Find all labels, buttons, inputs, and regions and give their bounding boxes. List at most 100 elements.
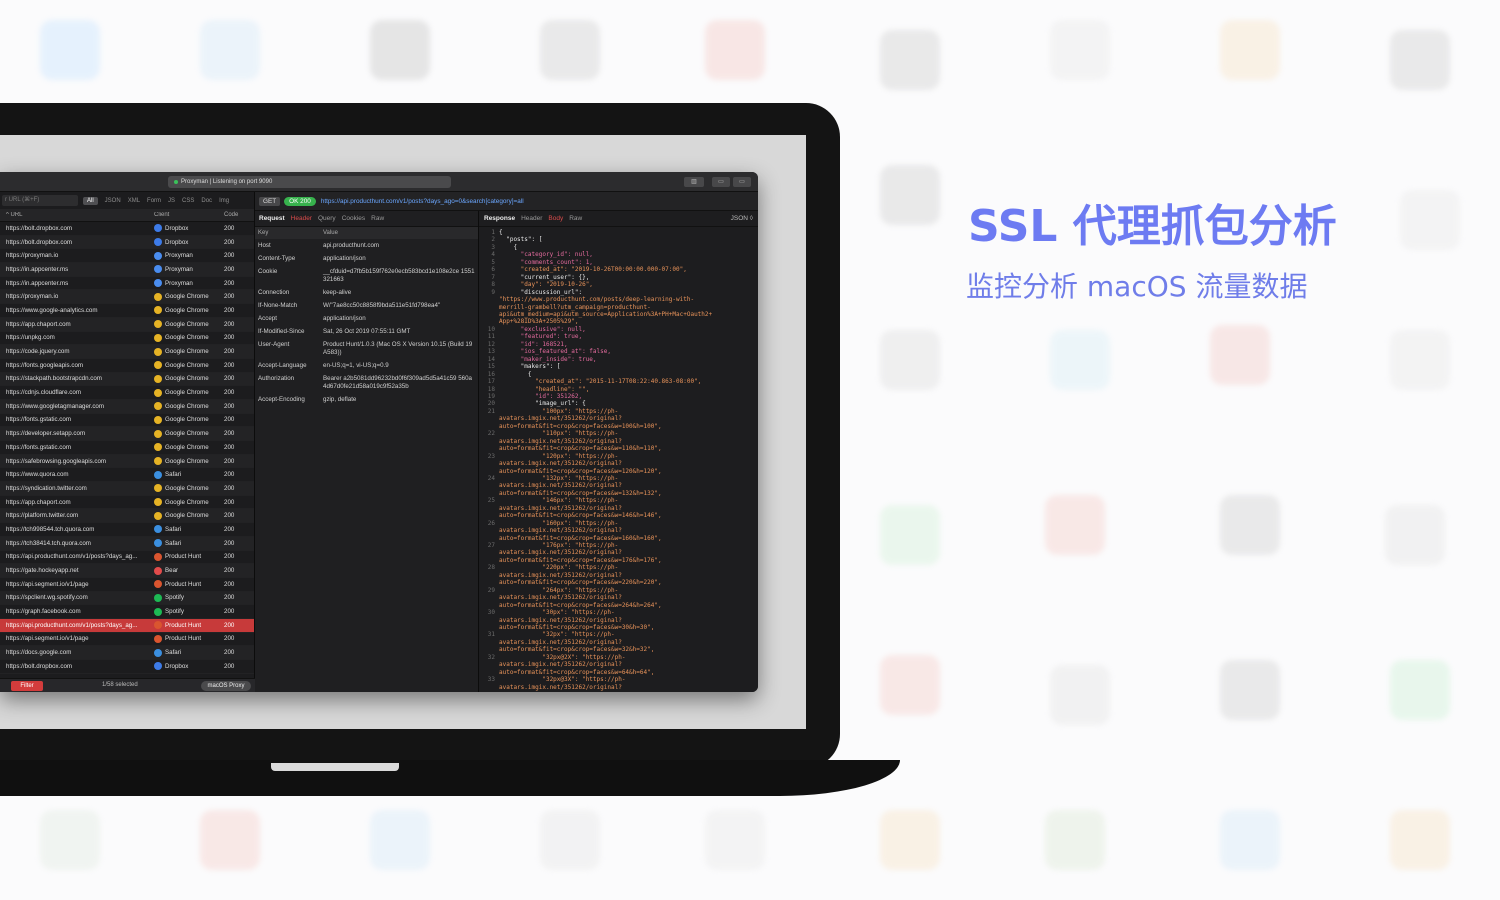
row-url: https://code.jquery.com xyxy=(6,348,70,356)
filter-tab-css[interactable]: CSS xyxy=(182,198,194,204)
table-row[interactable]: https://graph.facebook.com Spotify 200 xyxy=(0,605,254,619)
code-line: 5 "comments_count": 1, xyxy=(479,259,758,266)
header-row[interactable]: Accept-Encoding gzip, deflate xyxy=(255,393,478,406)
line-text: avatars.imgix.net/351262/original? xyxy=(499,594,622,602)
table-row[interactable]: https://proxyman.io Proxyman 200 xyxy=(0,249,254,264)
filter-tab-form[interactable]: Form xyxy=(147,198,161,204)
table-row[interactable]: https://platform.twitter.com Google Chrom… xyxy=(0,509,254,524)
table-row[interactable]: https://bolt.dropbox.com Dropbox 200 xyxy=(0,222,254,236)
table-row[interactable]: https://www.googletagmanager.com Google C… xyxy=(0,399,254,414)
code-line: auto=format&fit=crop&crop=faces&w=220&h=… xyxy=(479,579,758,586)
request-url[interactable]: https://api.producthunt.com/v1/posts?day… xyxy=(321,198,524,205)
table-row[interactable]: https://spclient.wg.spotify.com Spotify 20… xyxy=(0,591,254,606)
line-text: auto=format&fit=crop&crop=faces&w=160&h=… xyxy=(499,534,662,542)
client-app-icon xyxy=(154,333,162,342)
search-input[interactable]: r URL (⌘+F) xyxy=(2,195,78,206)
table-row[interactable]: https://code.jquery.com Google Chrome 200 xyxy=(0,345,254,359)
table-row[interactable]: https://in.appcenter.ms Proxyman 200 xyxy=(0,277,254,291)
filter-tab-doc[interactable]: Doc xyxy=(201,198,212,204)
tab-request-raw[interactable]: Raw xyxy=(371,215,384,222)
row-status-code: 200 xyxy=(224,512,235,520)
line-text: avatars.imgix.net/351262/original? xyxy=(499,549,622,557)
table-row[interactable]: https://api.segment.io/v1/page Product Hu… xyxy=(0,578,254,592)
table-row[interactable]: https://in.appcenter.ms Proxyman 200 xyxy=(0,263,254,277)
row-client-name: Dropbox xyxy=(165,238,189,246)
table-row[interactable]: https://cdnjs.cloudflare.com Google Chrom… xyxy=(0,386,254,400)
header-row[interactable]: Connection keep-alive xyxy=(255,286,478,299)
table-row[interactable]: https://tch998544.tch.quora.com Safari 200 xyxy=(0,523,254,537)
table-row[interactable]: https://fonts.gstatic.com Google Chrome 20… xyxy=(0,441,254,455)
tab-response-header[interactable]: Header xyxy=(521,215,542,222)
table-row[interactable]: https://safebrowsing.googleapis.com Googl… xyxy=(0,454,254,469)
header-row[interactable]: If-Modified-Since Sat, 26 Oct 2019 07:55:… xyxy=(255,325,478,338)
table-row[interactable]: https://developer.setapp.com Google Chrom… xyxy=(0,427,254,441)
header-row[interactable]: If-None-Match W/"7ae8cc50c8858f9bda511e51… xyxy=(255,299,478,312)
table-row[interactable]: https://api.producthunt.com/v1/posts?day… xyxy=(0,551,254,565)
header-row[interactable]: User-Agent Product Hunt/1.0.3 (Mac OS X V… xyxy=(255,338,478,359)
filter-tab-js[interactable]: JS xyxy=(168,198,175,204)
header-key: Cookie xyxy=(258,267,278,275)
line-number: 20 xyxy=(487,400,495,408)
tab-body[interactable]: Body xyxy=(548,215,563,222)
table-row[interactable]: https://www.google-analytics.com Google C… xyxy=(0,304,254,318)
filter-tab-xml[interactable]: XML xyxy=(128,198,140,204)
tab-request-header[interactable]: Header xyxy=(291,215,312,222)
code-line: 8 "day": "2019-10-26", xyxy=(479,281,758,288)
table-row[interactable]: https://www.quora.com Safari 200 xyxy=(0,468,254,483)
filter-tab-json[interactable]: JSON xyxy=(105,198,121,204)
table-row[interactable]: https://app.chaport.com Google Chrome 200 xyxy=(0,496,254,510)
table-row[interactable]: https://docs.google.com Safari 200 xyxy=(0,646,254,660)
right-pane-toggle-button[interactable]: ▭ xyxy=(733,177,751,187)
table-row[interactable]: https://bolt.dropbox.com Dropbox 200 xyxy=(0,660,254,674)
line-text: auto=format&fit=crop&crop=faces&w=146&h=… xyxy=(499,512,662,520)
row-client: Dropbox xyxy=(154,662,224,671)
table-row[interactable]: https://api.producthunt.com/v1/posts?day… xyxy=(0,618,254,633)
code-line: avatars.imgix.net/351262/original? xyxy=(479,438,758,445)
row-status-code: 200 xyxy=(224,279,235,287)
background-icon xyxy=(200,810,260,870)
table-row[interactable]: https://tch38414.tch.quora.com Safari 200 xyxy=(0,536,254,551)
table-row[interactable]: https://proxyman.io Google Chrome 200 xyxy=(0,290,254,305)
layout-toggle-button[interactable]: ▥ xyxy=(684,177,704,187)
line-text: merrill-grambell?utm_campaign=producthun… xyxy=(499,303,651,311)
header-row[interactable]: Authorization Bearer a2b5081dd96232bd0f6f… xyxy=(255,372,478,393)
header-row[interactable]: Cookie __cfduid=d7fb5b159f762e0ecb583bcd1… xyxy=(255,265,478,286)
table-row[interactable]: https://unpkg.com Google Chrome 200 xyxy=(0,332,254,346)
tab-query[interactable]: Query xyxy=(318,215,336,222)
filter-tab-all[interactable]: All xyxy=(83,196,98,205)
code-line: 31 "32px": "https://ph- xyxy=(479,631,758,638)
tab-cookies[interactable]: Cookies xyxy=(342,215,365,222)
header-row[interactable]: Content-Type application/json xyxy=(255,252,478,265)
client-app-icon xyxy=(154,484,162,493)
format-selector[interactable]: JSON ◊ xyxy=(731,215,753,222)
background-icon xyxy=(1050,330,1110,390)
filter-button[interactable]: Filter xyxy=(11,681,43,691)
table-row[interactable]: https://bolt.dropbox.com Dropbox 200 xyxy=(0,235,254,250)
column-url[interactable]: ^ URL xyxy=(0,212,154,218)
table-row[interactable]: https://api.segment.io/v1/page Product Hu… xyxy=(0,633,254,647)
row-status-code: 200 xyxy=(224,608,235,616)
left-pane-toggle-button[interactable]: ▭ xyxy=(712,177,730,187)
table-row[interactable]: https://fonts.googleapis.com Google Chrom… xyxy=(0,359,254,373)
macos-proxy-badge[interactable]: macOS Proxy xyxy=(201,681,251,691)
code-line: 9 "discussion_url": xyxy=(479,289,758,296)
header-row[interactable]: Accept-Language en-US;q=1, vi-US;q=0.9 xyxy=(255,359,478,372)
client-app-icon xyxy=(154,251,162,260)
column-client[interactable]: Client xyxy=(154,212,224,218)
row-url: https://tch38414.tch.quora.com xyxy=(6,539,91,547)
table-row[interactable]: https://gate.hockeyapp.net Bear 200 xyxy=(0,564,254,578)
code-line: 27 "176px": "https://ph- xyxy=(479,542,758,549)
table-row[interactable]: https://syndication.twitter.com Google Ch… xyxy=(0,482,254,496)
header-row[interactable]: Host api.producthunt.com xyxy=(255,239,478,252)
table-row[interactable]: https://app.chaport.com Google Chrome 200 xyxy=(0,317,254,332)
client-app-icon xyxy=(154,320,162,329)
filter-tab-img[interactable]: Img xyxy=(219,198,229,204)
row-url: https://proxyman.io xyxy=(6,293,59,301)
table-row[interactable]: https://fonts.gstatic.com Google Chrome 20… xyxy=(0,414,254,428)
tab-response-raw[interactable]: Raw xyxy=(569,215,582,222)
client-app-icon xyxy=(154,374,162,383)
line-number: 29 xyxy=(487,586,495,594)
column-code[interactable]: Code xyxy=(224,212,254,218)
header-row[interactable]: Accept application/json xyxy=(255,312,478,325)
table-row[interactable]: https://stackpath.bootstrapcdn.com Google… xyxy=(0,372,254,387)
